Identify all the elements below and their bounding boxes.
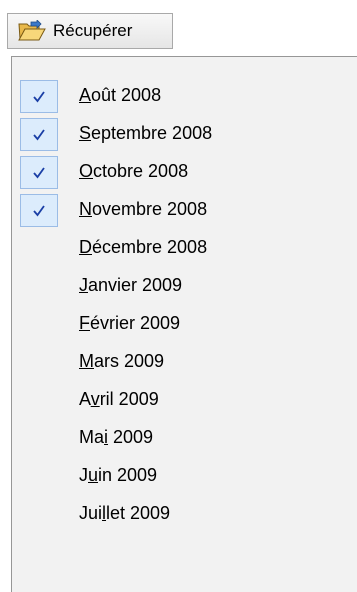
menu-item-octobre-2008[interactable]: Octobre 2008 — [20, 153, 350, 189]
menu-item-avril-2009[interactable]: Avril 2009 — [20, 381, 350, 417]
menu-item-decembre-2008[interactable]: Décembre 2008 — [20, 229, 350, 265]
checkmark-box — [20, 80, 58, 113]
menu-item-label: Novembre 2008 — [79, 199, 208, 219]
menu-item-label: Avril 2009 — [79, 389, 159, 409]
open-folder-icon — [17, 19, 47, 42]
checkmark-box — [20, 118, 58, 151]
recuperer-button[interactable]: Récupérer — [7, 13, 173, 49]
checkmark-box — [20, 194, 58, 227]
checkmark-icon — [33, 204, 45, 216]
menu-item-label: Juillet 2009 — [79, 503, 171, 523]
recuperer-label: Récupérer — [53, 21, 133, 40]
menu-item-label: Février 2009 — [79, 313, 181, 333]
menu-item-label: Octobre 2008 — [79, 161, 189, 181]
menu-item-janvier-2009[interactable]: Janvier 2009 — [20, 267, 350, 303]
checkmark-icon — [33, 128, 45, 140]
menu-item-juin-2009[interactable]: Juin 2009 — [20, 457, 350, 493]
menu-item-label: Mai 2009 — [79, 427, 154, 447]
checkmark-box — [20, 156, 58, 189]
menu-item-fevrier-2009[interactable]: Février 2009 — [20, 305, 350, 341]
menu-item-label: Décembre 2008 — [79, 237, 208, 257]
menu-item-septembre-2008[interactable]: Septembre 2008 — [20, 115, 350, 151]
checkmark-icon — [33, 166, 45, 178]
menu-item-label: Janvier 2009 — [79, 275, 183, 295]
menu-item-label: Septembre 2008 — [79, 123, 213, 143]
month-menu: Août 2008 Septembre 2008 Octobre 2008 No… — [11, 56, 357, 592]
menu-item-label: Août 2008 — [79, 85, 162, 105]
checkmark-icon — [33, 90, 45, 102]
menu-item-mai-2009[interactable]: Mai 2009 — [20, 419, 350, 455]
menu-item-label: Juin 2009 — [79, 465, 158, 485]
toolbar: Récupérer — [0, 0, 357, 56]
menu-item-mars-2009[interactable]: Mars 2009 — [20, 343, 350, 379]
menu-item-label: Mars 2009 — [79, 351, 165, 371]
menu-item-aout-2008[interactable]: Août 2008 — [20, 77, 350, 113]
menu-item-novembre-2008[interactable]: Novembre 2008 — [20, 191, 350, 227]
menu-item-juillet-2009[interactable]: Juillet 2009 — [20, 495, 350, 531]
